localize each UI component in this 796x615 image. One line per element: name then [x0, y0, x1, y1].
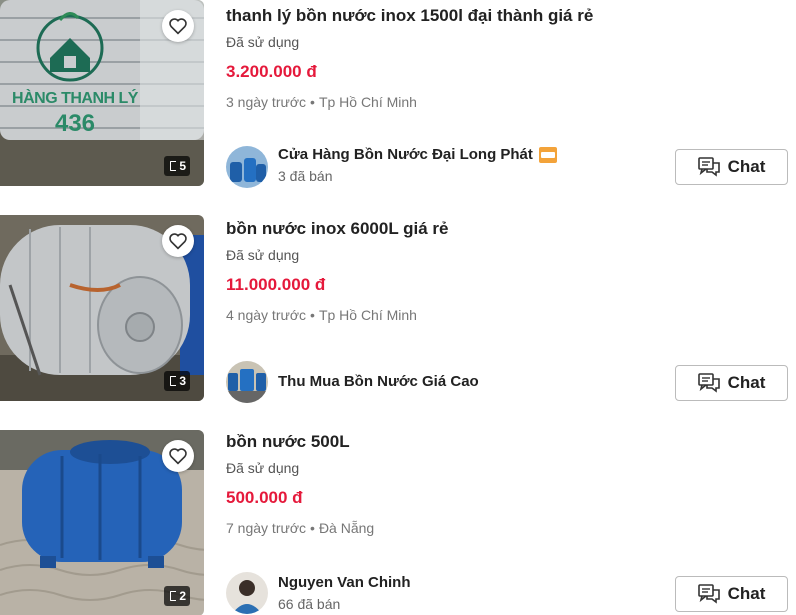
- image-count-icon: [170, 591, 177, 601]
- image-count-icon: [170, 376, 177, 386]
- listing-time: 3 ngày trước: [226, 94, 307, 110]
- chat-bubble-icon: [697, 157, 720, 177]
- seller-avatar[interactable]: [226, 361, 268, 403]
- image-count: 5: [179, 159, 186, 173]
- image-count-badge: 3: [164, 371, 190, 391]
- image-count-badge: 5: [164, 156, 190, 176]
- chat-label: Chat: [727, 157, 766, 176]
- seller-avatar[interactable]: [226, 146, 268, 188]
- listing-card[interactable]: HÀNG THANH LÝ 436 5 thanh lý bồn nước in…: [0, 0, 796, 200]
- separator-dot: •: [310, 520, 315, 536]
- listing-condition: Đã sử dụng: [226, 34, 300, 50]
- seller-sold-count: 3 đã bán: [278, 168, 333, 184]
- listing-meta: 4 ngày trước • Tp Hồ Chí Minh: [226, 307, 417, 323]
- chat-button[interactable]: Chat: [675, 365, 788, 401]
- chat-button[interactable]: Chat: [675, 576, 788, 612]
- listing-title[interactable]: thanh lý bồn nước inox 1500l đại thành g…: [226, 6, 593, 26]
- separator-dot: •: [310, 307, 315, 323]
- listing-location: Đà Nẵng: [318, 520, 375, 536]
- seller-name-text: Cửa Hàng Bồn Nước Đại Long Phát: [278, 146, 533, 163]
- listing-price: 11.000.000 đ: [226, 275, 326, 294]
- chat-button[interactable]: Chat: [675, 149, 788, 185]
- listing-thumbnail[interactable]: 2: [0, 430, 204, 615]
- seller-name[interactable]: Thu Mua Bồn Nước Giá Cao: [278, 373, 479, 390]
- listing-card[interactable]: 2 bồn nước 500L Đã sử dụng 500.000 đ 7 n…: [0, 430, 796, 615]
- listing-condition: Đã sử dụng: [226, 460, 300, 476]
- listing-title[interactable]: bồn nước inox 6000L giá rẻ: [226, 219, 448, 239]
- seller-sold-count: 66 đã bán: [278, 596, 341, 612]
- seller-name[interactable]: Cửa Hàng Bồn Nước Đại Long Phát: [278, 146, 557, 163]
- image-count: 3: [179, 374, 186, 388]
- listing-title[interactable]: bồn nước 500L: [226, 432, 350, 452]
- chat-label: Chat: [727, 373, 766, 392]
- listing-location: Tp Hồ Chí Minh: [318, 307, 417, 323]
- image-count: 2: [179, 589, 186, 603]
- seller-name[interactable]: Nguyen Van Chinh: [278, 574, 411, 591]
- shop-icon: [538, 146, 557, 163]
- favorite-button[interactable]: [162, 225, 194, 257]
- listing-condition: Đã sử dụng: [226, 247, 300, 263]
- seller-name-text: Nguyen Van Chinh: [278, 574, 411, 591]
- watermark-number: 436: [54, 110, 96, 137]
- listing-card[interactable]: 3 bồn nước inox 6000L giá rẻ Đã sử dụng …: [0, 215, 796, 415]
- image-count-icon: [170, 161, 177, 171]
- listing-thumbnail[interactable]: HÀNG THANH LÝ 436 5: [0, 0, 204, 186]
- favorite-button[interactable]: [162, 440, 194, 472]
- listing-location: Tp Hồ Chí Minh: [318, 94, 417, 110]
- listing-meta: 3 ngày trước • Tp Hồ Chí Minh: [226, 94, 417, 110]
- listing-price: 500.000 đ: [226, 488, 303, 507]
- listing-time: 7 ngày trước: [226, 520, 307, 536]
- seller-name-text: Thu Mua Bồn Nước Giá Cao: [278, 373, 479, 390]
- listing-price: 3.200.000 đ: [226, 62, 317, 81]
- favorite-button[interactable]: [162, 10, 194, 42]
- listing-thumbnail[interactable]: 3: [0, 215, 204, 401]
- chat-bubble-icon: [697, 373, 720, 393]
- image-count-badge: 2: [164, 586, 190, 606]
- heart-icon: [169, 18, 187, 35]
- chat-label: Chat: [727, 584, 766, 603]
- chat-bubble-icon: [697, 584, 720, 604]
- seller-avatar[interactable]: [226, 572, 268, 614]
- heart-icon: [169, 233, 187, 250]
- listing-meta: 7 ngày trước • Đà Nẵng: [226, 520, 374, 536]
- listing-time: 4 ngày trước: [226, 307, 307, 323]
- separator-dot: •: [310, 94, 315, 110]
- heart-icon: [169, 448, 187, 465]
- watermark-text: HÀNG THANH LÝ: [12, 90, 138, 107]
